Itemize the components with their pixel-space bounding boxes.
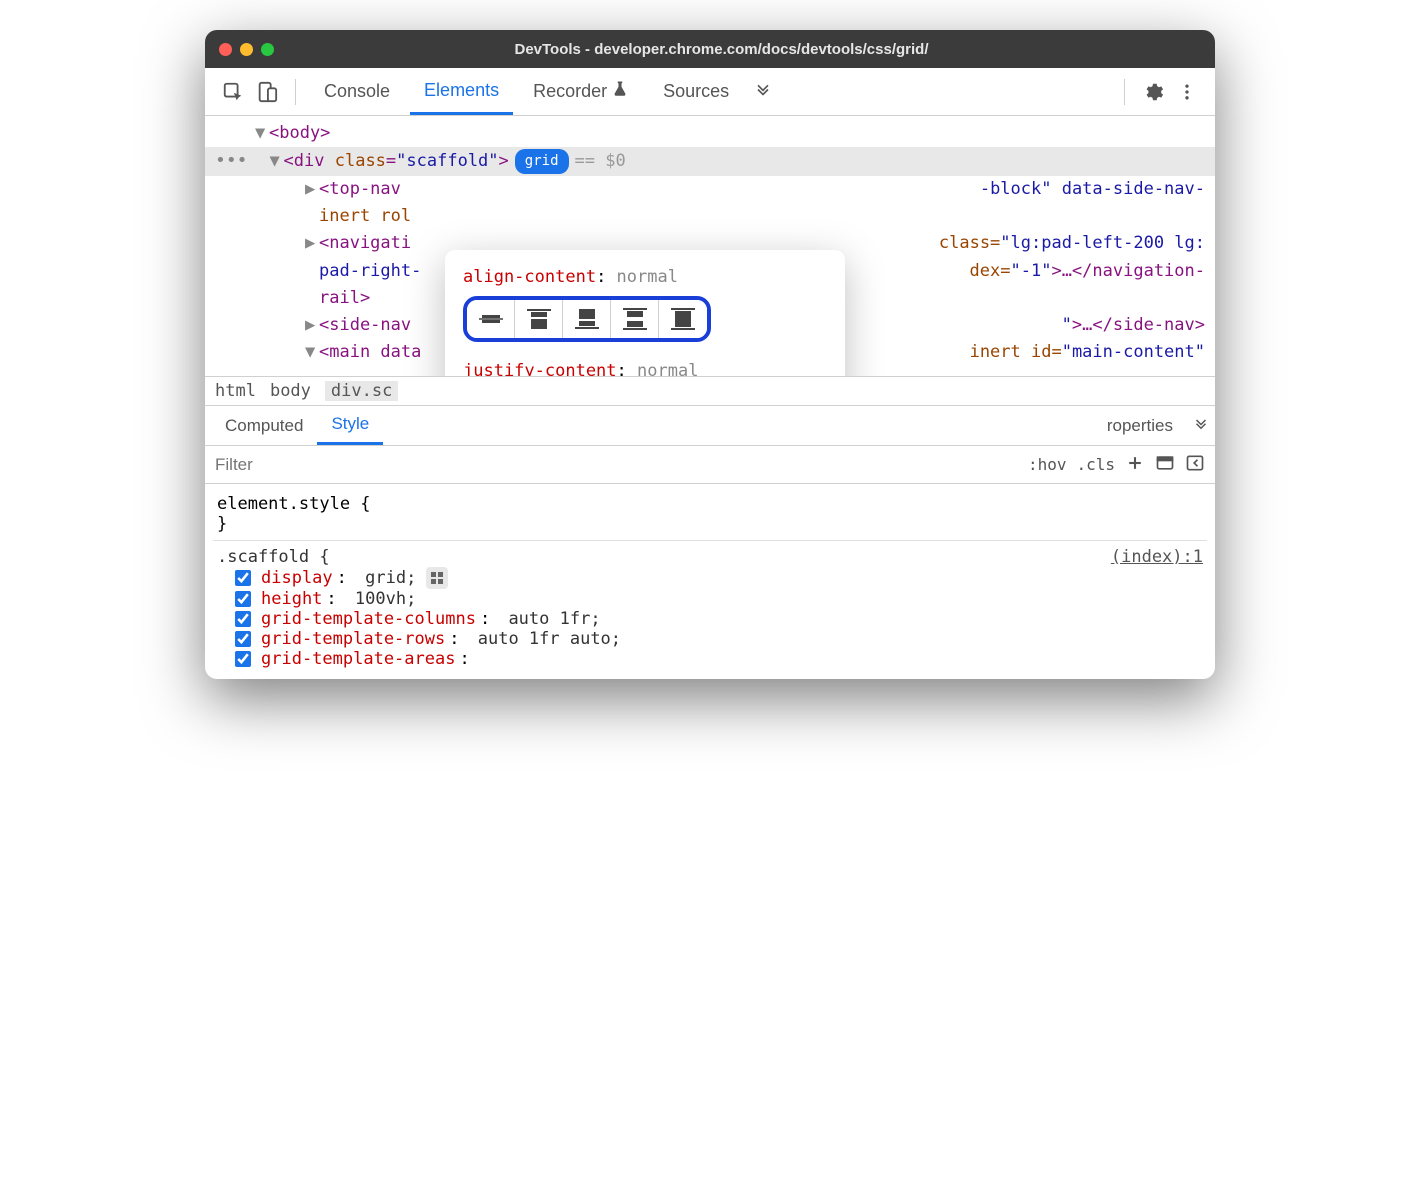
align-content-stretch[interactable]	[659, 300, 707, 338]
css-declaration[interactable]: grid-template-rows: auto 1fr auto;	[217, 629, 1203, 649]
filter-input[interactable]	[205, 449, 1028, 481]
css-declaration[interactable]: display: grid;	[217, 567, 1203, 589]
traffic-lights	[219, 43, 274, 56]
decl-toggle[interactable]	[235, 651, 251, 667]
css-declaration[interactable]: grid-template-areas:	[217, 649, 1203, 669]
titlebar: DevTools - developer.chrome.com/docs/dev…	[205, 30, 1215, 68]
computed-reveal-icon[interactable]	[1155, 453, 1175, 477]
breadcrumb: html body div.sc	[205, 376, 1215, 406]
minimize-icon[interactable]	[240, 43, 253, 56]
expand-icon[interactable]: ▼	[270, 148, 284, 175]
cls-toggle[interactable]: .cls	[1076, 455, 1115, 474]
dom-node[interactable]: <body>	[269, 120, 330, 147]
sidebar-toggle-icon[interactable]	[1185, 453, 1205, 477]
align-content-start[interactable]	[515, 300, 563, 338]
hov-toggle[interactable]: :hov	[1028, 455, 1067, 474]
decl-toggle[interactable]	[235, 591, 251, 607]
tab-console[interactable]: Console	[310, 68, 404, 115]
css-declaration[interactable]: grid-template-columns: auto 1fr;	[217, 609, 1203, 629]
element-style-rule[interactable]: element.style { }	[213, 488, 1207, 541]
justify-content-row: justify-content: normal	[463, 358, 827, 376]
align-content-center[interactable]	[467, 300, 515, 338]
css-declaration[interactable]: height: 100vh;	[217, 589, 1203, 609]
ellipsis-icon[interactable]: •••	[215, 147, 248, 176]
rule-selector: element.style {	[217, 494, 1203, 514]
decl-prop[interactable]: grid-template-columns	[261, 609, 476, 629]
tab-recorder[interactable]: Recorder	[519, 68, 643, 115]
decl-value[interactable]: auto 1fr;	[508, 609, 600, 629]
expand-icon[interactable]: ▶	[305, 176, 319, 203]
more-tabs-icon[interactable]	[749, 78, 777, 106]
rule-selector[interactable]: .scaffold {	[217, 547, 330, 567]
align-content-space-between[interactable]	[611, 300, 659, 338]
kebab-menu-icon[interactable]	[1173, 78, 1201, 106]
tab-styles[interactable]: Style	[317, 406, 383, 445]
align-content-end[interactable]	[563, 300, 611, 338]
panel-tabs: Console Elements Recorder Sources	[205, 68, 1215, 116]
expand-icon[interactable]: ▼	[305, 339, 319, 366]
styles-filter-bar: :hov .cls	[205, 446, 1215, 484]
decl-prop[interactable]: grid-template-rows	[261, 629, 445, 649]
breadcrumb-selected[interactable]: div.sc	[325, 381, 398, 401]
grid-badge[interactable]: grid	[515, 149, 569, 173]
decl-prop[interactable]: display	[261, 568, 333, 588]
expand-icon[interactable]: ▶	[305, 230, 319, 257]
tab-elements[interactable]: Elements	[410, 68, 513, 115]
zoom-icon[interactable]	[261, 43, 274, 56]
flex-grid-editor-popover: align-content: normal justify-content: n…	[445, 250, 845, 376]
scaffold-rule[interactable]: .scaffold { (index):1 display: grid; hei…	[213, 541, 1207, 675]
dom-tree[interactable]: ▼ <body> ••• ▼ <div class="scaffold"> gr…	[205, 116, 1215, 376]
grid-editor-icon[interactable]	[426, 567, 448, 589]
decl-value[interactable]: auto 1fr auto;	[478, 629, 621, 649]
decl-prop[interactable]: height	[261, 589, 322, 609]
selection-marker: == $0	[575, 148, 626, 175]
decl-value[interactable]: grid;	[365, 568, 416, 588]
tab-properties[interactable]: roperties	[1093, 406, 1187, 445]
align-content-options	[463, 296, 711, 342]
decl-toggle[interactable]	[235, 611, 251, 627]
tab-recorder-label: Recorder	[533, 81, 607, 102]
device-icon[interactable]	[253, 78, 281, 106]
styles-panel-tabs: Computed Style roperties	[205, 406, 1215, 446]
tab-sources[interactable]: Sources	[649, 68, 743, 115]
flask-icon	[611, 80, 629, 103]
expand-icon[interactable]: ▼	[255, 120, 269, 147]
window-title: DevTools - developer.chrome.com/docs/dev…	[302, 41, 1201, 58]
decl-value[interactable]: 100vh;	[355, 589, 416, 609]
expand-icon[interactable]: ▶	[305, 312, 319, 339]
settings-icon[interactable]	[1139, 78, 1167, 106]
breadcrumb-html[interactable]: html	[215, 381, 256, 401]
styles-rules: element.style { } .scaffold { (index):1 …	[205, 484, 1215, 679]
decl-toggle[interactable]	[235, 570, 251, 586]
more-tabs-icon[interactable]	[1187, 412, 1215, 440]
inspect-icon[interactable]	[219, 78, 247, 106]
decl-toggle[interactable]	[235, 631, 251, 647]
rule-source-link[interactable]: (index):1	[1111, 547, 1203, 567]
align-content-row: align-content: normal	[463, 264, 827, 342]
rule-close: }	[217, 514, 1203, 534]
devtools-window: DevTools - developer.chrome.com/docs/dev…	[205, 30, 1215, 679]
close-icon[interactable]	[219, 43, 232, 56]
tab-computed[interactable]: Computed	[211, 406, 317, 445]
breadcrumb-body[interactable]: body	[270, 381, 311, 401]
new-rule-icon[interactable]	[1125, 453, 1145, 477]
decl-prop[interactable]: grid-template-areas	[261, 649, 455, 669]
dom-selected-node[interactable]: ••• ▼ <div class="scaffold"> grid == $0	[205, 147, 1215, 176]
